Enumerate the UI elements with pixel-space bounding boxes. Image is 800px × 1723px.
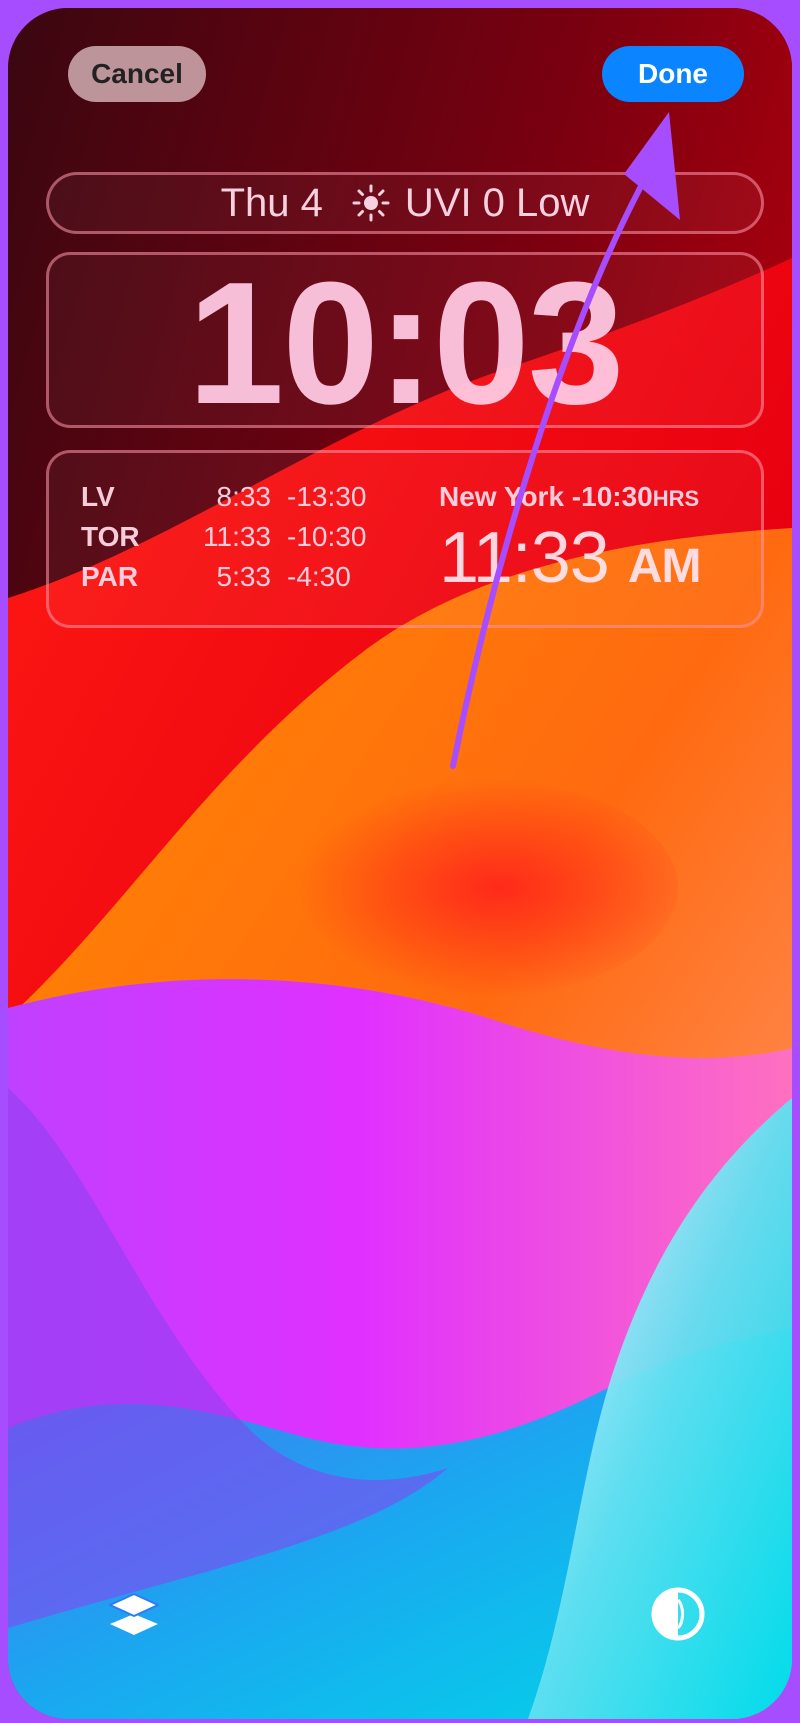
city-code: TOR bbox=[81, 521, 140, 552]
done-button[interactable]: Done bbox=[602, 46, 744, 102]
city-code: LV bbox=[81, 481, 115, 512]
color-contrast-icon[interactable] bbox=[648, 1584, 708, 1644]
city-offset: -4:30 bbox=[287, 561, 351, 592]
featured-city-name: New York -10:30 bbox=[439, 481, 653, 512]
screenshot-frame: Cancel Done Thu 4 UVI 0 Low 10:03 LV 8:3… bbox=[0, 0, 800, 1723]
city-offset: -10:30 bbox=[287, 521, 367, 552]
featured-city-unit: HRS bbox=[652, 486, 700, 511]
cancel-button[interactable]: Cancel bbox=[68, 46, 206, 102]
world-clock-row: LV 8:33 -13:30 bbox=[81, 481, 401, 521]
world-clock-widget[interactable]: LV 8:33 -13:30 TOR 11:33 -10:30 PAR 5:33… bbox=[46, 450, 764, 628]
sun-icon bbox=[351, 183, 391, 223]
world-clock-row: PAR 5:33 -4:30 bbox=[81, 561, 401, 601]
date-weather-widget[interactable]: Thu 4 UVI 0 Low bbox=[46, 172, 764, 234]
featured-city-label: New York -10:30HRS bbox=[439, 481, 699, 513]
featured-city-time: 11:33 bbox=[439, 518, 610, 598]
date-label: Thu 4 bbox=[220, 180, 323, 225]
layers-icon[interactable] bbox=[104, 1584, 164, 1644]
city-offset: -13:30 bbox=[287, 481, 367, 512]
city-code: PAR bbox=[81, 561, 139, 592]
clock-widget[interactable]: 10:03 bbox=[46, 245, 764, 440]
lock-time: 10:03 bbox=[187, 245, 624, 440]
date-weather-row: Thu 4 UVI 0 Low bbox=[49, 175, 761, 231]
uvi-label: UVI 0 Low bbox=[404, 180, 590, 225]
world-clock-row: TOR 11:33 -10:30 bbox=[81, 521, 401, 561]
city-time: 5:33 bbox=[216, 561, 272, 592]
city-time: 8:33 bbox=[216, 481, 272, 512]
featured-city-ampm: AM bbox=[627, 540, 702, 593]
city-time: 11:33 bbox=[203, 521, 271, 552]
lock-screen: Cancel Done Thu 4 UVI 0 Low 10:03 LV 8:3… bbox=[8, 8, 792, 1719]
featured-city-time-row: 11:33 AM bbox=[439, 517, 702, 599]
